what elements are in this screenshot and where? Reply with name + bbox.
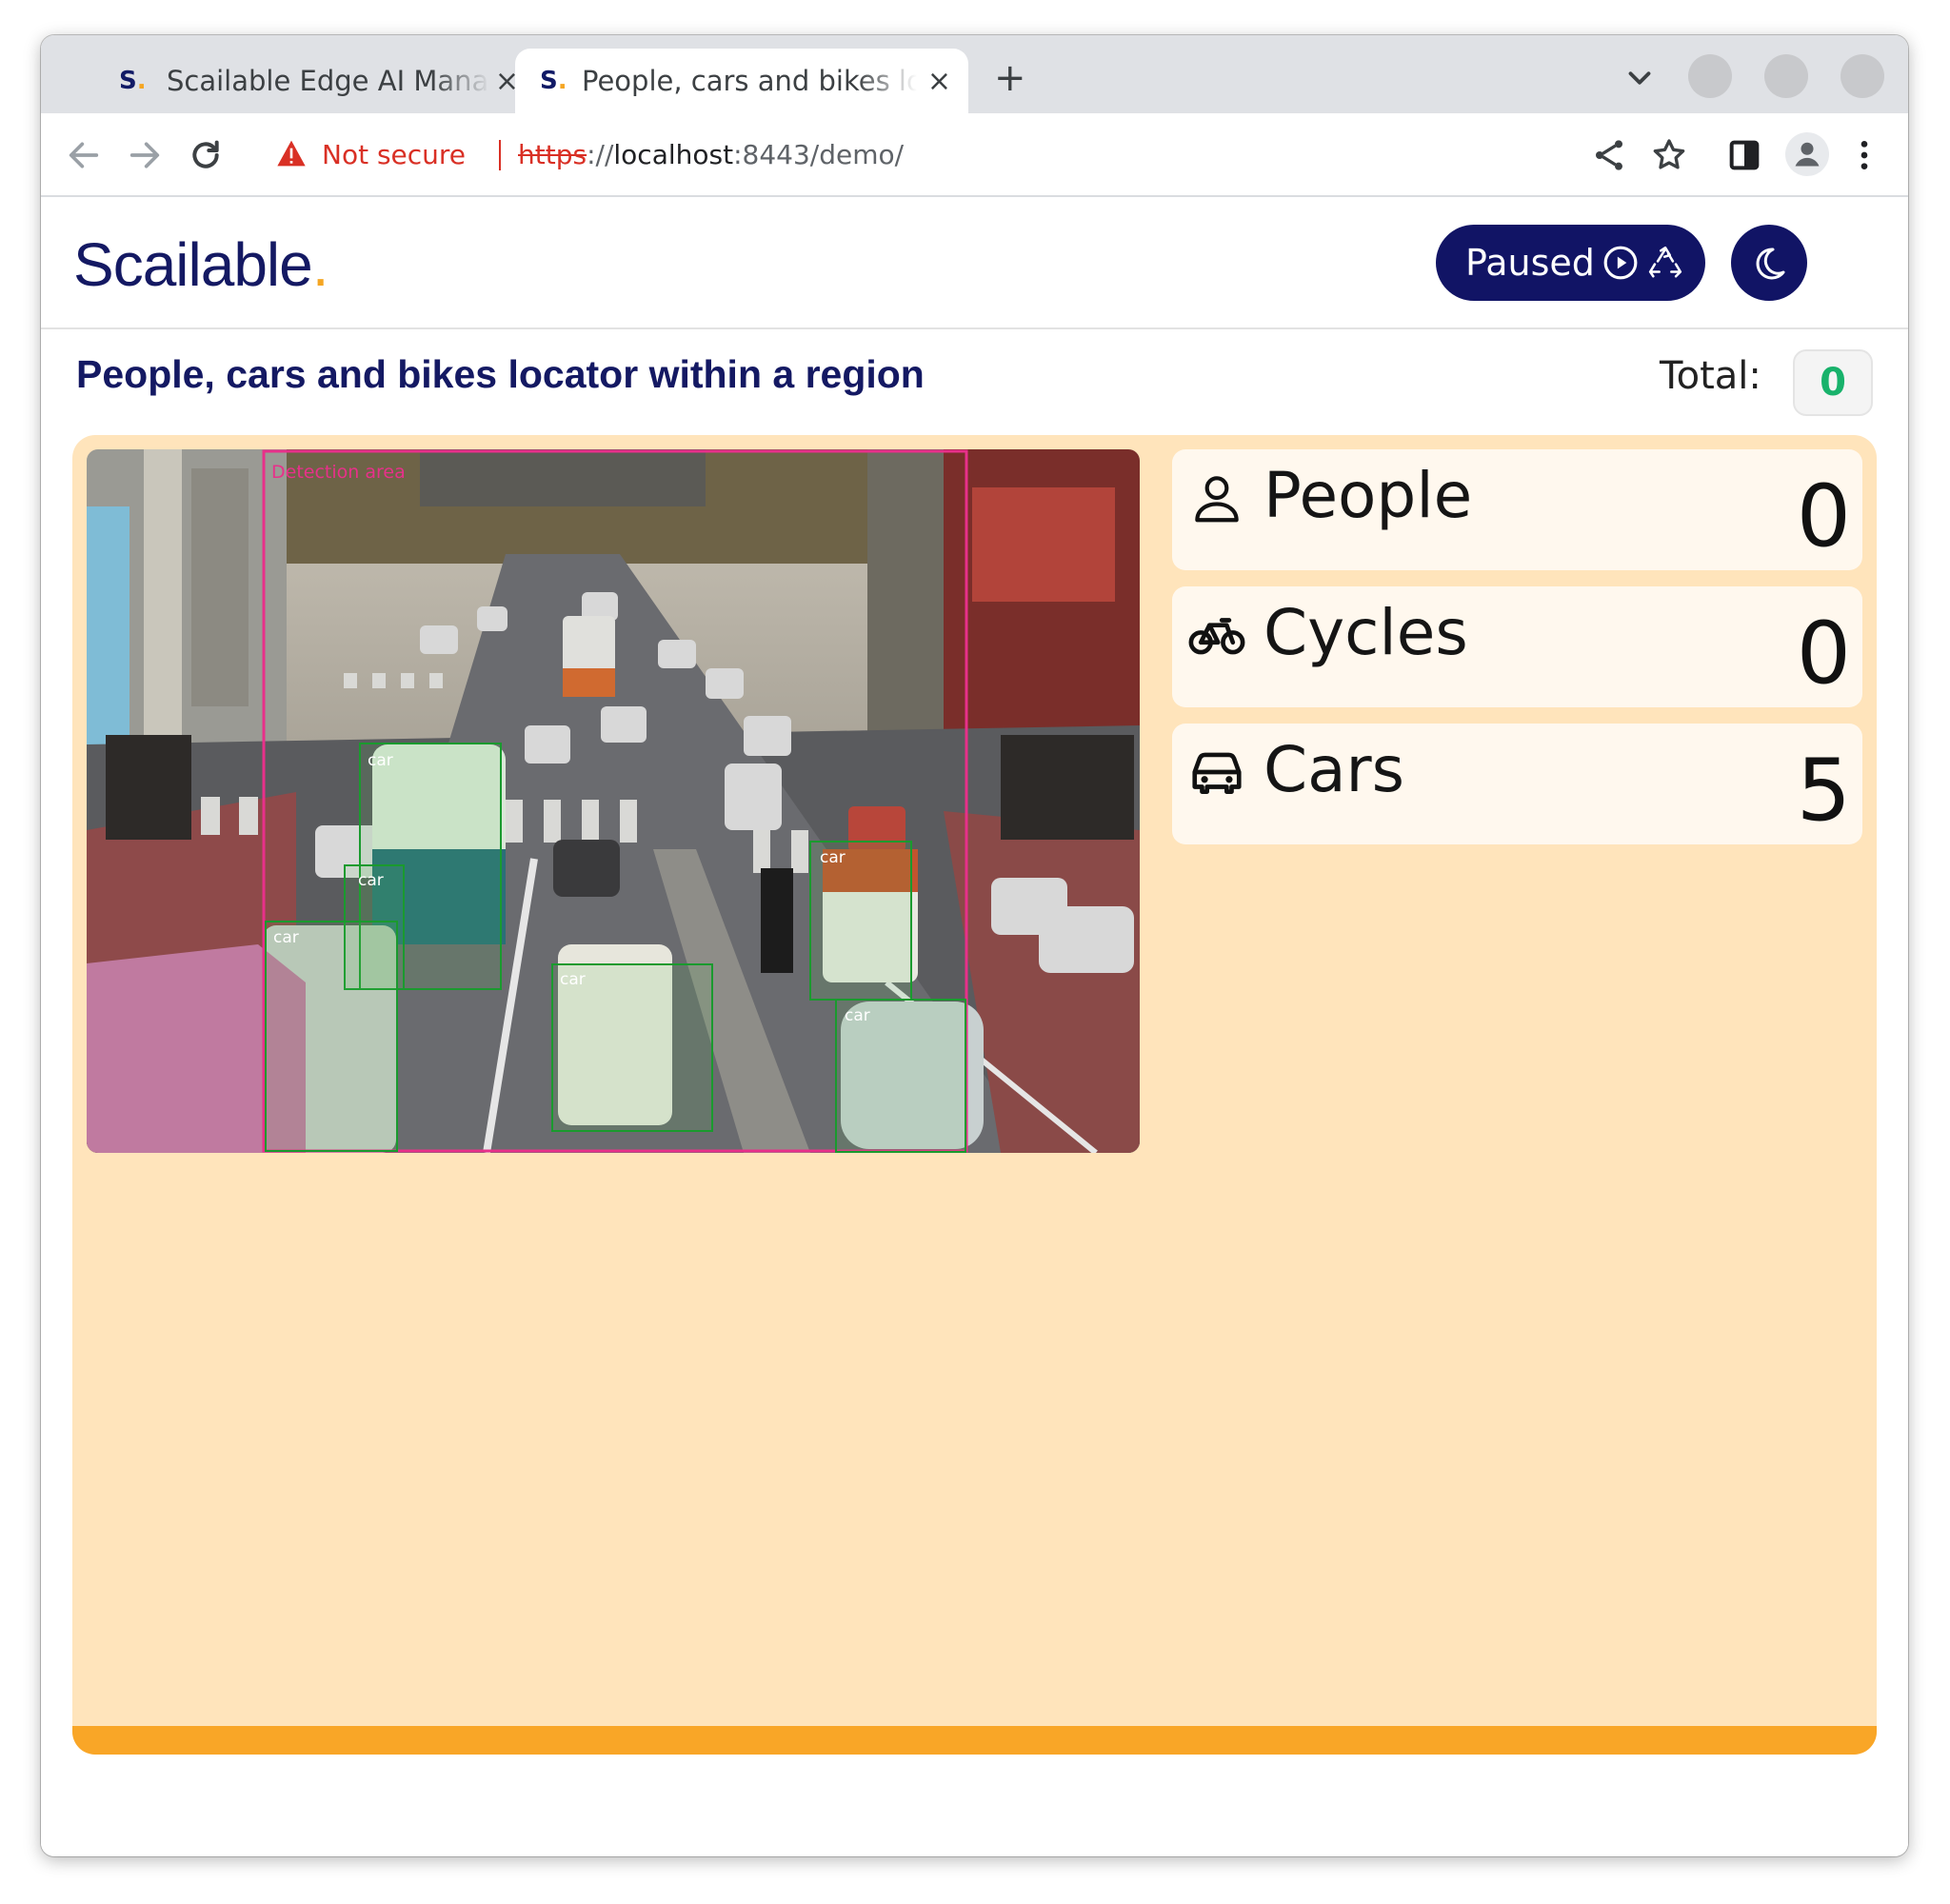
url-separator: :// <box>587 138 614 170</box>
back-arrow-icon[interactable] <box>65 136 103 174</box>
theme-toggle-button[interactable] <box>1731 225 1807 301</box>
car-detection-label: car <box>560 970 586 989</box>
play-circle-icon <box>1603 246 1638 280</box>
tab-strip: S. Scailable Edge AI Manager × S. People… <box>41 35 1908 113</box>
url-path: :8443/demo/ <box>733 138 905 170</box>
url-host: localhost <box>613 138 734 170</box>
car-detection-label: car <box>273 928 299 947</box>
car-icon <box>1192 752 1242 794</box>
street-scene-image: Detection area car car car car car car <box>87 449 1140 1153</box>
counter-cycles: Cycles 0 <box>1172 586 1862 707</box>
person-icon <box>1795 142 1820 167</box>
tab-title: People, cars and bikes locator within a … <box>582 65 917 97</box>
car-detection-box <box>551 963 713 1132</box>
reload-icon[interactable] <box>187 136 225 174</box>
minimize-button[interactable] <box>1688 54 1732 98</box>
tab-locator-demo[interactable]: S. People, cars and bikes locator within… <box>515 49 968 113</box>
new-tab-button[interactable]: + <box>994 59 1026 97</box>
total-label: Total: <box>1660 354 1761 398</box>
counter-value: 0 <box>1796 466 1851 566</box>
car-detection-label: car <box>358 871 384 890</box>
url-scheme: https <box>518 138 587 170</box>
car-detection-label: car <box>845 1006 870 1025</box>
share-icon[interactable] <box>1590 136 1628 174</box>
security-status[interactable]: Not secure <box>322 139 466 170</box>
counter-label: Cycles <box>1264 596 1468 669</box>
header-divider <box>41 327 1908 329</box>
counter-value: 5 <box>1796 741 1851 841</box>
forward-arrow-icon[interactable] <box>126 136 164 174</box>
total-count-badge: 0 <box>1793 349 1873 416</box>
tab-favicon: S. <box>540 67 567 95</box>
bicycle-icon <box>1188 618 1245 655</box>
warning-icon <box>277 140 306 167</box>
tab-scailable-manager[interactable]: S. Scailable Edge AI Manager × <box>83 49 536 113</box>
close-window-button[interactable] <box>1841 54 1884 98</box>
detection-area-label: Detection area <box>271 462 406 483</box>
page-title: People, cars and bikes locator within a … <box>76 352 925 396</box>
tab-close-icon[interactable]: × <box>927 65 951 98</box>
kebab-menu-icon[interactable] <box>1845 136 1883 174</box>
address-bar[interactable]: Not secure https://localhost:8443/demo/ <box>255 123 1741 186</box>
chevron-down-icon[interactable] <box>1622 60 1658 96</box>
browser-window: S. Scailable Edge AI Manager × S. People… <box>41 35 1908 1856</box>
car-detection-label: car <box>820 848 846 867</box>
page-content: Scailable. Paused People, cars and bikes… <box>41 197 1908 1856</box>
status-label: Paused <box>1465 242 1595 284</box>
recycle-icon <box>1648 246 1681 278</box>
maximize-button[interactable] <box>1764 54 1808 98</box>
side-panel-icon[interactable] <box>1725 136 1763 174</box>
tab-favicon: S. <box>119 67 147 95</box>
omnibox-divider <box>499 140 501 170</box>
counter-value: 0 <box>1796 604 1851 704</box>
bookmark-star-icon[interactable] <box>1650 136 1688 174</box>
brand-logo[interactable]: Scailable. <box>73 229 328 300</box>
moon-icon <box>1756 248 1785 280</box>
tab-title: Scailable Edge AI Manager <box>167 65 490 97</box>
counter-label: Cars <box>1264 733 1405 806</box>
browser-toolbar: Not secure https://localhost:8443/demo/ <box>41 113 1908 197</box>
counter-cars: Cars 5 <box>1172 724 1862 844</box>
panel-accent-bar <box>72 1726 1877 1755</box>
person-icon <box>1195 476 1239 523</box>
profile-avatar[interactable] <box>1785 132 1829 176</box>
car-detection-box <box>265 921 398 1152</box>
car-detection-label: car <box>368 751 393 770</box>
camera-feed[interactable]: Detection area car car car car car car <box>87 449 1140 1153</box>
dashboard-panel: Detection area car car car car car car P… <box>72 435 1877 1755</box>
status-toggle-button[interactable]: Paused <box>1436 225 1705 301</box>
counter-people: People 0 <box>1172 449 1862 570</box>
url-text[interactable]: https://localhost:8443/demo/ <box>518 139 904 170</box>
counter-label: People <box>1264 459 1473 532</box>
